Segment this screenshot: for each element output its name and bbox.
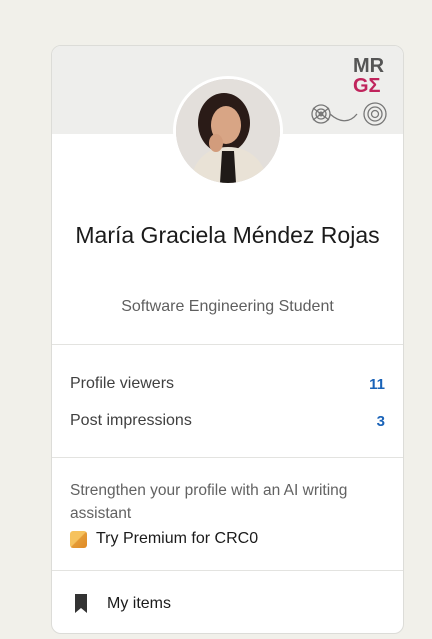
- stat-value: 3: [376, 412, 385, 430]
- stat-profile-viewers[interactable]: Profile viewers 11: [70, 372, 385, 396]
- my-items-link[interactable]: My items: [74, 594, 171, 613]
- stat-label: Post impressions: [70, 412, 192, 429]
- try-premium-label: Try Premium for CRC0: [96, 530, 259, 547]
- divider: [52, 570, 403, 571]
- my-items-label: My items: [107, 594, 171, 612]
- stat-post-impressions[interactable]: Post impressions 3: [70, 409, 385, 433]
- avatar[interactable]: [173, 76, 283, 186]
- divider: [52, 457, 403, 458]
- svg-text:GΣ: GΣ: [353, 75, 381, 97]
- premium-icon: [70, 530, 87, 548]
- profile-headline: Software Engineering Student: [121, 298, 334, 315]
- try-premium-link[interactable]: Try Premium for CRC0: [70, 530, 258, 548]
- divider: [52, 344, 403, 345]
- brand-logo: MR GΣ: [311, 55, 387, 126]
- profile-name[interactable]: María Graciela Méndez Rojas: [52, 218, 403, 253]
- profile-photo: [176, 79, 280, 183]
- stat-value: 11: [369, 375, 385, 393]
- stat-label: Profile viewers: [70, 375, 175, 392]
- profile-card: MR GΣ María Graciela Méndez Rojas Softwa…: [51, 45, 404, 634]
- svg-text:MR: MR: [353, 55, 385, 77]
- bookmark-icon: [75, 594, 87, 613]
- premium-promo-text[interactable]: Strengthen your profile with an AI writi…: [70, 479, 370, 525]
